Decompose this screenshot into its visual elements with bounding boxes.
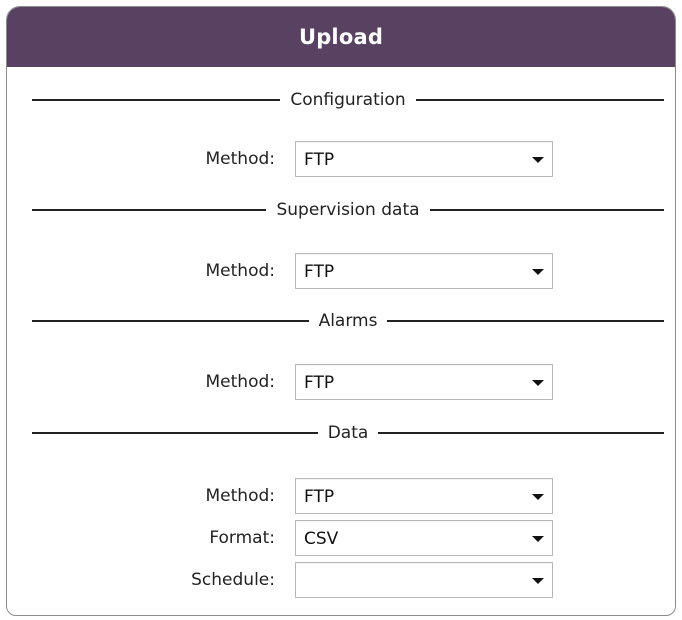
alarms-method-select[interactable]: FTP: [295, 364, 553, 400]
section-title: Alarms: [318, 311, 378, 331]
field-label: Method:: [205, 372, 276, 392]
divider: [32, 99, 281, 101]
section-title: Configuration: [290, 90, 406, 110]
divider: [32, 432, 318, 434]
section-header-supervision-data: Supervision data: [32, 199, 665, 221]
field-label: Method:: [205, 261, 276, 281]
divider: [32, 320, 309, 322]
select-value: FTP: [304, 262, 335, 282]
divider: [32, 209, 267, 211]
select-value: FTP: [304, 373, 335, 393]
chevron-down-icon: [532, 536, 544, 542]
panel-title: Upload: [7, 7, 675, 67]
chevron-down-icon: [532, 380, 544, 386]
data-schedule-select[interactable]: [295, 562, 553, 598]
divider: [429, 209, 665, 211]
data-method-select[interactable]: FTP: [295, 478, 553, 514]
section-title: Supervision data: [276, 200, 420, 220]
field-label: Method:: [205, 486, 276, 506]
select-value: FTP: [304, 487, 335, 507]
field-label: Method:: [205, 149, 276, 169]
upload-panel: Upload Configuration Method: FTP Supervi…: [6, 6, 676, 616]
supervision-method-row: Method: FTP: [7, 253, 675, 289]
data-schedule-row: Schedule:: [7, 562, 675, 598]
divider: [387, 320, 665, 322]
data-format-select[interactable]: CSV: [295, 520, 553, 556]
configuration-method-select[interactable]: FTP: [295, 141, 553, 177]
chevron-down-icon: [532, 157, 544, 163]
divider: [378, 432, 664, 434]
section-header-alarms: Alarms: [32, 310, 665, 332]
field-label: Schedule:: [191, 570, 275, 590]
chevron-down-icon: [532, 494, 544, 500]
alarms-method-row: Method: FTP: [7, 364, 675, 400]
field-label: Format:: [209, 528, 275, 548]
data-format-row: Format: CSV: [7, 520, 675, 556]
supervision-method-select[interactable]: FTP: [295, 253, 553, 289]
configuration-method-row: Method: FTP: [7, 141, 675, 177]
chevron-down-icon: [532, 269, 544, 275]
divider: [415, 99, 665, 101]
select-value: CSV: [304, 529, 339, 549]
section-header-configuration: Configuration: [32, 89, 665, 111]
section-title: Data: [327, 423, 369, 443]
chevron-down-icon: [532, 578, 544, 584]
data-method-row: Method: FTP: [7, 478, 675, 514]
section-header-data: Data: [32, 422, 664, 444]
select-value: FTP: [304, 150, 335, 170]
